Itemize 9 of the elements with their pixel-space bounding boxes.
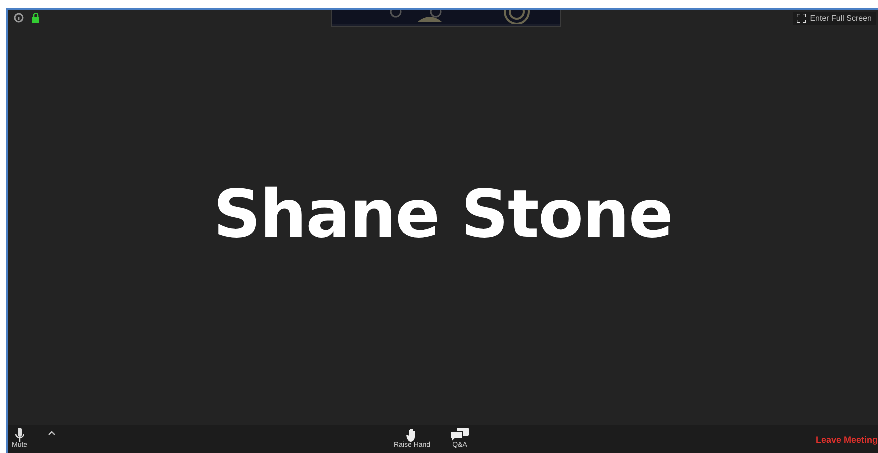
- fullscreen-button[interactable]: Enter Full Screen: [793, 12, 876, 25]
- fullscreen-icon: [797, 14, 806, 23]
- microphone-icon: [14, 428, 25, 442]
- caret-icon[interactable]: [48, 430, 56, 436]
- participant-name: Shane Stone: [214, 176, 672, 253]
- lock-icon: [32, 13, 40, 23]
- chat-bubbles-icon: [450, 428, 470, 442]
- info-icon[interactable]: [14, 13, 24, 23]
- leave-meeting-button[interactable]: Leave Meeting: [816, 435, 878, 445]
